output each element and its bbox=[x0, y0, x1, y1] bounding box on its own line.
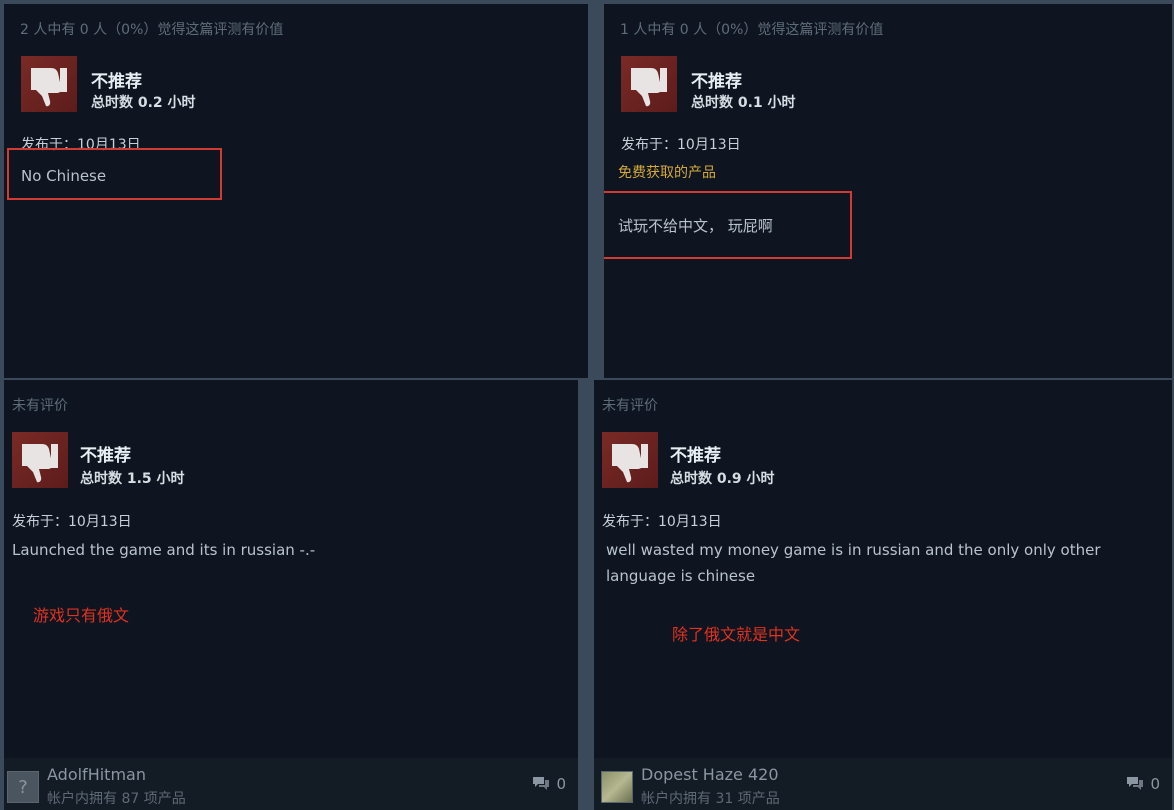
comment-bubble-icon bbox=[533, 777, 550, 790]
red-annotation: 除了俄文就是中文 bbox=[672, 625, 801, 644]
thumbs-down-icon bbox=[21, 56, 77, 112]
posted-date: 发布于：10月13日 bbox=[602, 514, 722, 530]
avatar[interactable] bbox=[601, 771, 633, 803]
helpful-count: 1 人中有 0 人（0%）觉得这篇评测有价值 bbox=[620, 22, 884, 38]
playtime-hours: 总时数 0.2 小时 bbox=[91, 95, 196, 111]
comment-count: 0 bbox=[556, 775, 566, 793]
review-body: well wasted my money game is in russian … bbox=[606, 541, 1101, 585]
review-body: 试玩不给中文， 玩屁啊 bbox=[618, 217, 773, 235]
review-verdict: 不推荐 bbox=[691, 72, 742, 92]
review-footer: ? AdolfHitman 帐户内拥有 87 项产品 0 bbox=[4, 758, 578, 810]
playtime-hours: 总时数 0.1 小时 bbox=[691, 95, 796, 111]
review-footer: Dopest Haze 420 帐户内拥有 31 项产品 0 bbox=[594, 758, 1172, 810]
posted-date: 发布于：10月13日 bbox=[621, 137, 741, 153]
helpful-count: 未有评价 bbox=[12, 398, 68, 414]
thumbs-down-icon bbox=[602, 432, 658, 488]
free-product-label: 免费获取的产品 bbox=[618, 165, 716, 181]
avatar[interactable]: ? bbox=[7, 771, 39, 803]
author-name[interactable]: AdolfHitman bbox=[47, 765, 146, 784]
review-card: 未有评价 不推荐 总时数 1.5 小时 发布于：10月13日 Launched … bbox=[4, 380, 578, 810]
avatar-placeholder-icon: ? bbox=[18, 777, 28, 798]
review-body: Launched the game and its in russian -.- bbox=[12, 541, 316, 559]
review-verdict: 不推荐 bbox=[91, 72, 142, 92]
review-body: No Chinese bbox=[21, 167, 107, 185]
playtime-hours: 总时数 0.9 小时 bbox=[670, 471, 775, 487]
comment-count: 0 bbox=[1150, 775, 1160, 793]
comments-link[interactable]: 0 bbox=[1126, 775, 1160, 793]
review-verdict: 不推荐 bbox=[80, 446, 131, 466]
posted-date: 发布于：10月13日 bbox=[21, 137, 141, 153]
playtime-hours: 总时数 1.5 小时 bbox=[80, 471, 185, 487]
review-card: 1 人中有 0 人（0%）觉得这篇评测有价值 不推荐 总时数 0.1 小时 发布… bbox=[604, 4, 1172, 378]
red-annotation: 游戏只有俄文 bbox=[33, 606, 130, 625]
thumbs-down-icon bbox=[621, 56, 677, 112]
products-owned: 帐户内拥有 31 项产品 bbox=[641, 791, 780, 807]
posted-date: 发布于：10月13日 bbox=[12, 514, 132, 530]
review-card: 未有评价 不推荐 总时数 0.9 小时 发布于：10月13日 well wast… bbox=[594, 380, 1172, 810]
helpful-count: 2 人中有 0 人（0%）觉得这篇评测有价值 bbox=[20, 22, 284, 38]
comments-link[interactable]: 0 bbox=[532, 775, 566, 793]
thumbs-down-icon bbox=[12, 432, 68, 488]
products-owned: 帐户内拥有 87 项产品 bbox=[47, 791, 186, 807]
review-verdict: 不推荐 bbox=[670, 446, 721, 466]
author-name[interactable]: Dopest Haze 420 bbox=[641, 765, 779, 784]
helpful-count: 未有评价 bbox=[602, 398, 658, 414]
review-card: 2 人中有 0 人（0%）觉得这篇评测有价值 不推荐 总时数 0.2 小时 发布… bbox=[4, 4, 588, 378]
comment-bubble-icon bbox=[1127, 777, 1144, 790]
